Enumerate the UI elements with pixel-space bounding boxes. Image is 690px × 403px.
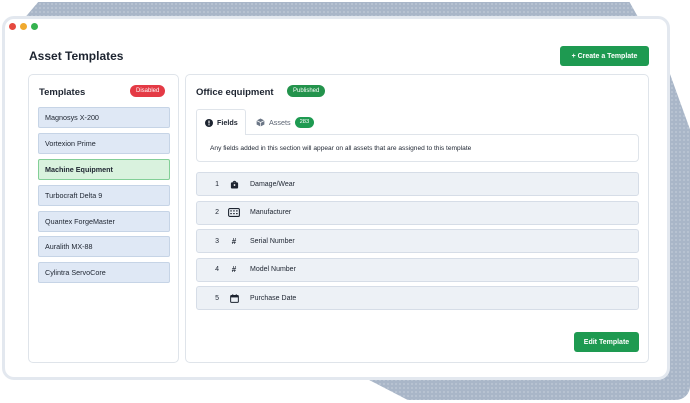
field-number: 5 bbox=[215, 294, 219, 302]
template-title: Office equipment bbox=[196, 87, 274, 98]
maximize-dot[interactable] bbox=[31, 23, 38, 30]
minimize-dot[interactable] bbox=[20, 23, 27, 30]
create-template-button[interactable]: + Create a Template bbox=[560, 46, 649, 66]
disabled-badge: Disabled bbox=[130, 85, 166, 97]
template-list: Magnosys X-200 Vortexion Prime Machine E… bbox=[38, 107, 170, 288]
app-window: Asset Templates + Create a Template Temp… bbox=[2, 16, 670, 380]
field-row[interactable]: 4 # Model Number bbox=[196, 257, 639, 282]
template-item[interactable]: Auralith MX-88 bbox=[38, 236, 170, 258]
field-row[interactable]: 5 Purchase Date bbox=[196, 286, 639, 310]
info-message: Any fields added in this section will ap… bbox=[196, 134, 639, 162]
field-row[interactable]: 2 Manufacturer bbox=[196, 200, 639, 225]
assets-count-badge: 283 bbox=[294, 116, 315, 128]
published-badge: Published bbox=[287, 85, 326, 97]
template-item[interactable]: Turbocraft Delta 9 bbox=[38, 184, 170, 206]
field-list: 1 Damage/Wear 2 Manufacturer 3 # Serial … bbox=[196, 172, 639, 315]
template-item[interactable]: Cylintra ServoCore bbox=[38, 262, 170, 284]
template-item[interactable]: Quantex ForgeMaster bbox=[38, 210, 170, 232]
tab-fields[interactable]: Fields bbox=[196, 109, 246, 135]
field-label: Manufacturer bbox=[250, 209, 292, 216]
bag-icon bbox=[227, 180, 241, 189]
templates-panel: Templates Disabled Magnosys X-200 Vortex… bbox=[28, 74, 179, 363]
field-row[interactable]: 3 # Serial Number bbox=[196, 229, 639, 253]
tab-assets-label: Assets bbox=[269, 117, 291, 127]
tab-assets[interactable]: Assets 283 bbox=[256, 109, 315, 135]
page-title: Asset Templates bbox=[29, 49, 124, 63]
template-item[interactable]: Vortexion Prime bbox=[38, 132, 170, 154]
calendar-icon bbox=[227, 293, 241, 303]
field-label: Damage/Wear bbox=[250, 180, 296, 188]
close-dot[interactable] bbox=[9, 23, 16, 30]
template-item-selected[interactable]: Machine Equipment bbox=[38, 158, 170, 180]
field-label: Model Number bbox=[250, 266, 296, 273]
tab-fields-label: Fields bbox=[217, 118, 238, 127]
template-detail-panel: Office equipment Published Fields Assets… bbox=[185, 74, 649, 363]
field-number: 2 bbox=[215, 209, 219, 216]
template-item[interactable]: Magnosys X-200 bbox=[38, 107, 170, 128]
keyboard-icon bbox=[227, 208, 241, 217]
field-row[interactable]: 1 Damage/Wear bbox=[196, 172, 639, 196]
field-label: Purchase Date bbox=[250, 294, 297, 302]
edit-template-button[interactable]: Edit Template bbox=[574, 332, 639, 352]
field-number: 4 bbox=[215, 266, 219, 273]
templates-heading: Templates bbox=[39, 87, 86, 98]
field-number: 3 bbox=[215, 237, 219, 245]
field-number: 1 bbox=[215, 180, 219, 188]
field-label: Serial Number bbox=[250, 237, 295, 245]
hash-icon: # bbox=[231, 236, 237, 246]
window-controls bbox=[9, 23, 38, 30]
hash-icon: # bbox=[231, 265, 237, 274]
info-circle-icon bbox=[205, 118, 213, 127]
cube-icon bbox=[256, 117, 265, 127]
